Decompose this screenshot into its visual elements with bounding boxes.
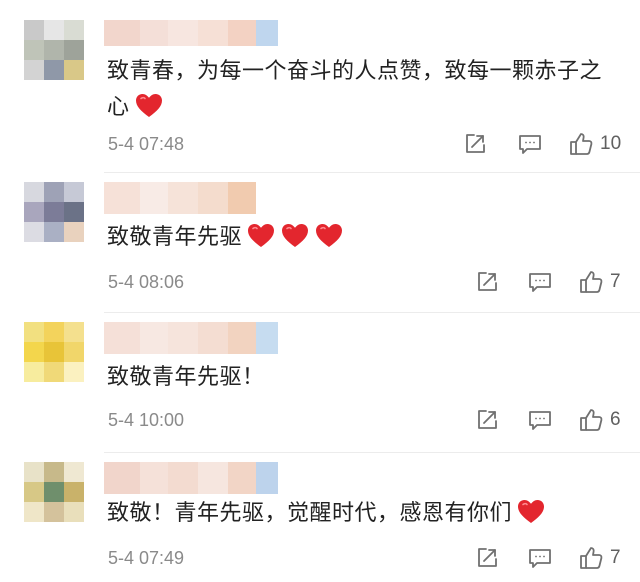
divider xyxy=(104,452,640,453)
like-button[interactable]: 7 xyxy=(578,269,621,295)
comment-time: 5-4 10:00 xyxy=(108,410,185,430)
comment-time: 5-4 07:48 xyxy=(108,134,185,154)
divider xyxy=(104,312,640,313)
comment-text: 致青春，为每一个奋斗的人点赞，致每一颗赤子之心 xyxy=(107,59,603,120)
like-count: 7 xyxy=(610,271,621,292)
divider xyxy=(104,172,640,173)
comment-text: 致敬青年先驱！ xyxy=(107,365,265,390)
red-heart-emoji xyxy=(518,500,545,523)
comment-meta: 5-4 07:48 10 xyxy=(108,131,640,157)
comment-icon xyxy=(517,132,543,156)
share-icon xyxy=(475,270,499,294)
username-blurred[interactable] xyxy=(104,322,278,354)
thumbs-up-icon xyxy=(578,269,604,295)
like-count: 6 xyxy=(610,409,621,430)
comment-text: 致敬青年先驱 xyxy=(107,220,616,256)
share-icon xyxy=(463,132,487,156)
reply-button[interactable] xyxy=(517,131,543,157)
like-button[interactable]: 7 xyxy=(578,545,621,571)
username-blurred[interactable] xyxy=(104,20,278,46)
comment-icon xyxy=(527,270,553,294)
comment-icon xyxy=(527,408,553,432)
share-button[interactable] xyxy=(475,545,499,571)
comment-time: 5-4 07:49 xyxy=(108,548,185,568)
comment-meta: 5-4 08:06 7 xyxy=(108,269,640,295)
red-heart-emoji xyxy=(248,224,275,247)
like-button[interactable]: 6 xyxy=(578,407,621,433)
comment-item: 致青春，为每一个奋斗的人点赞，致每一颗赤子之心 5-4 07:48 10 xyxy=(0,0,640,172)
avatar[interactable] xyxy=(24,322,84,382)
like-button[interactable]: 10 xyxy=(568,131,621,157)
like-count: 10 xyxy=(600,133,622,154)
share-button[interactable] xyxy=(475,407,499,433)
comment-icon xyxy=(527,546,553,570)
comment-item: 致敬！青年先驱，觉醒时代，感恩有你们 5-4 07:49 7 xyxy=(0,452,640,582)
thumbs-up-icon xyxy=(578,545,604,571)
avatar[interactable] xyxy=(24,20,84,80)
reply-button[interactable] xyxy=(527,407,553,433)
share-button[interactable] xyxy=(463,131,487,157)
reply-button[interactable] xyxy=(527,545,553,571)
red-heart-emoji xyxy=(135,94,162,117)
comment-item: 致敬青年先驱 5-4 08:06 7 xyxy=(0,172,640,312)
username-blurred[interactable] xyxy=(104,182,256,214)
comment-meta: 5-4 10:00 6 xyxy=(108,407,640,433)
like-count: 7 xyxy=(610,547,621,568)
comment-time: 5-4 08:06 xyxy=(108,272,185,292)
thumbs-up-icon xyxy=(578,407,604,433)
share-icon xyxy=(475,408,499,432)
red-heart-emoji xyxy=(316,224,343,247)
comment-item: 致敬青年先驱！ 5-4 10:00 6 xyxy=(0,312,640,452)
thumbs-up-icon xyxy=(568,131,594,157)
avatar[interactable] xyxy=(24,182,84,242)
comment-meta: 5-4 07:49 7 xyxy=(108,545,640,571)
share-button[interactable] xyxy=(475,269,499,295)
username-blurred[interactable] xyxy=(104,462,278,494)
avatar[interactable] xyxy=(24,462,84,522)
reply-button[interactable] xyxy=(527,269,553,295)
share-icon xyxy=(475,546,499,570)
comment-text: 致敬！青年先驱，觉醒时代，感恩有你们 xyxy=(107,496,616,532)
red-heart-emoji xyxy=(282,224,309,247)
